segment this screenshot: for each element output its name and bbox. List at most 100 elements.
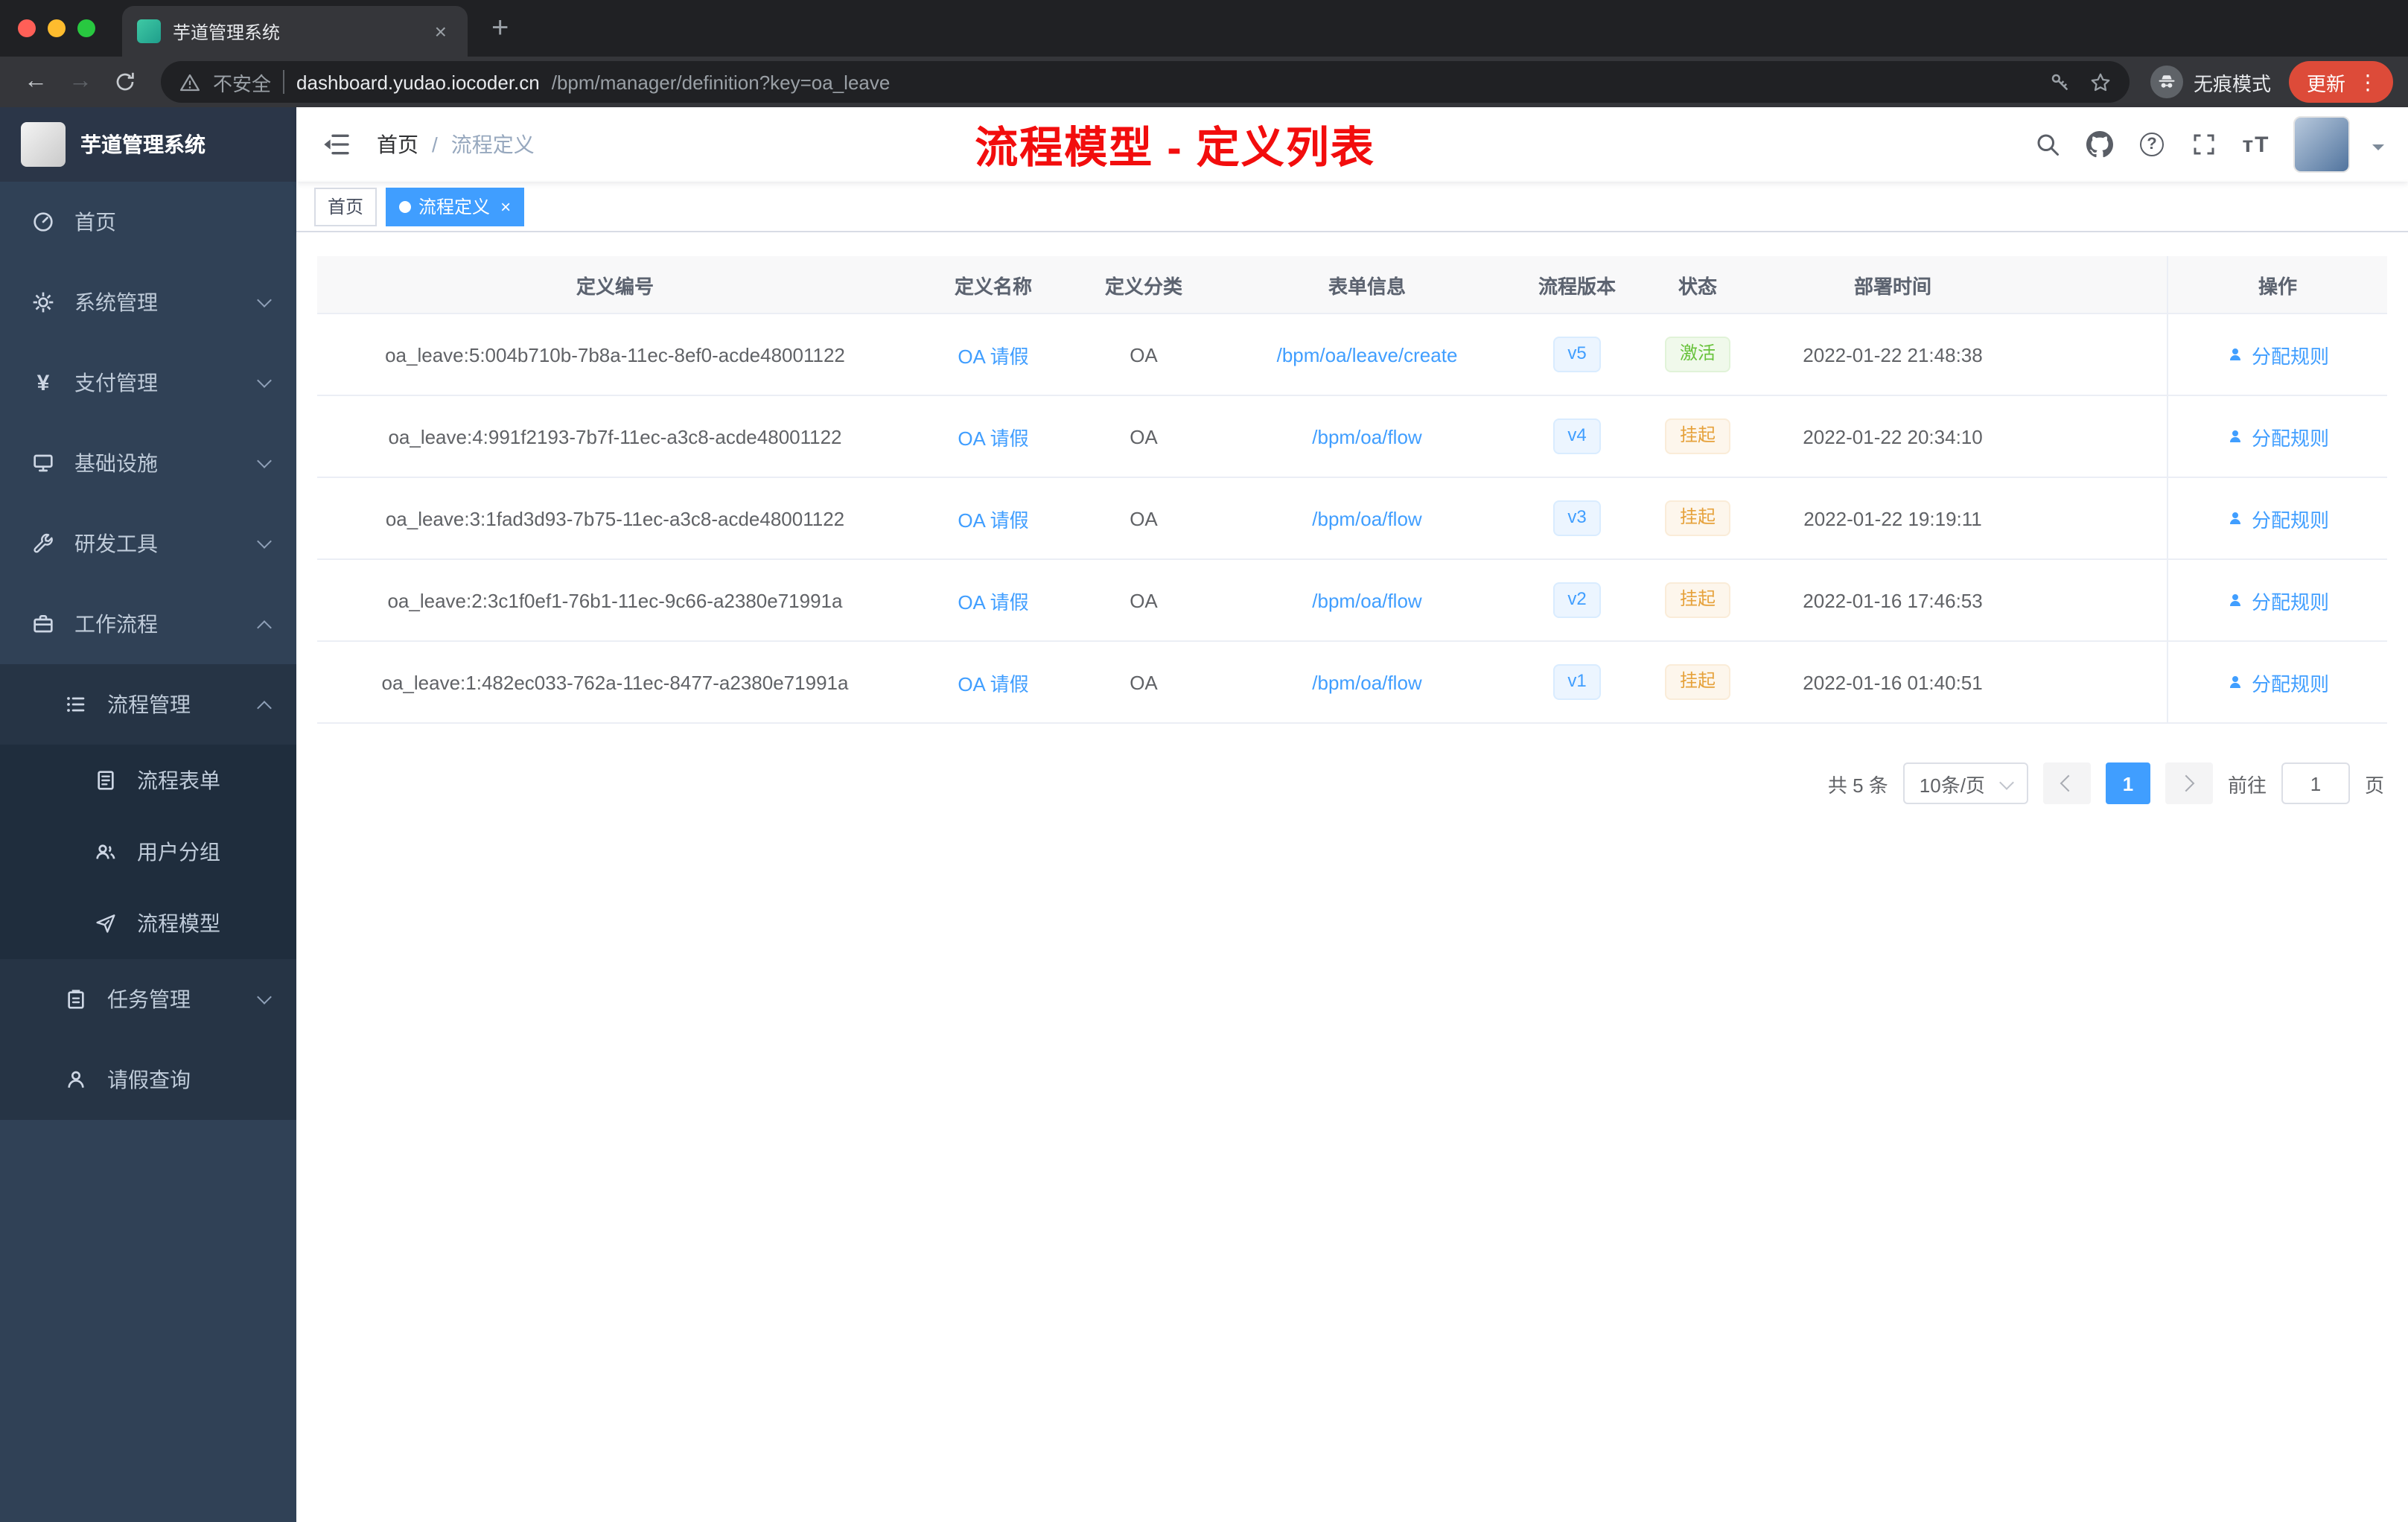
incognito-icon [2150,66,2183,98]
sidebar-item-infrastructure[interactable]: 基础设施 [0,423,296,503]
cell-category: OA [1130,343,1158,366]
cell-category: OA [1130,507,1158,529]
tab-close-icon[interactable]: × [429,18,453,45]
user-group-icon [92,838,119,865]
update-button[interactable]: 更新 ⋮ [2288,61,2393,103]
paper-plane-icon [92,910,119,937]
tag-process-definition[interactable]: 流程定义 × [386,187,525,226]
sidebar-item-task-management[interactable]: 任务管理 [0,959,296,1039]
forward-button[interactable]: → [60,61,101,103]
table-row: oa_leave:1:482ec033-762a-11ec-8477-a2380… [317,642,2387,724]
tag-home[interactable]: 首页 [314,187,378,226]
col-form-info: 表单信息 [1328,275,1406,297]
bookmark-star-icon[interactable] [2089,71,2112,93]
col-operations: 操作 [2167,256,2387,313]
person-icon [2229,512,2240,524]
definition-name-link[interactable]: OA 请假 [958,590,1028,613]
form-link[interactable]: /bpm/oa/flow [1312,507,1421,529]
address-bar[interactable]: 不安全 dashboard.yudao.iocoder.cn /bpm/mana… [161,61,2130,103]
page-annotation: 流程模型 - 定义列表 [975,125,1375,173]
goto-page-input[interactable] [2281,762,2350,804]
sidebar-menu: 首页 系统管理 ¥ 支付管理 基础设施 研发工具 工作流程 流程管理 流程表单 … [0,182,296,1120]
table-row: oa_leave:5:004b710b-7b8a-11ec-8ef0-acde4… [317,314,2387,396]
dashboard-icon [30,208,57,235]
form-link[interactable]: /bpm/oa/leave/create [1277,343,1458,366]
definition-name-link[interactable]: OA 请假 [958,345,1028,367]
briefcase-icon [30,611,57,637]
help-icon[interactable]: ? [2137,130,2167,159]
form-link[interactable]: /bpm/oa/flow [1312,589,1421,611]
tab-title: 芋道管理系统 [173,22,281,42]
assign-rule-link[interactable]: 分配规则 [2226,668,2329,696]
sidebar-item-process-management[interactable]: 流程管理 [0,664,296,745]
new-tab-button[interactable]: + [482,13,517,43]
version-badge: v3 [1552,500,1602,536]
tags-view: 首页 流程定义 × [296,182,2408,232]
back-button[interactable]: ← [15,61,57,103]
clipboard-icon [63,986,89,1013]
definition-name-link[interactable]: OA 请假 [958,509,1028,531]
page-size-select[interactable]: 10条/页 [1902,762,2028,804]
macos-close-button[interactable] [18,19,36,37]
person-icon [2229,594,2240,606]
person-icon [63,1066,89,1093]
password-key-icon[interactable] [2049,71,2071,93]
browser-tab[interactable]: 芋道管理系统 × [122,6,468,57]
page-unit-label: 页 [2364,774,2384,796]
chevron-down-icon [257,989,272,1004]
sidebar-item-workflow[interactable]: 工作流程 [0,584,296,664]
page-number-button[interactable]: 1 [2105,762,2150,804]
chevron-down-icon [257,533,272,548]
tab-favicon-icon [137,19,161,43]
sidebar-item-process-model[interactable]: 流程模型 [0,888,296,959]
sidebar-item-dev-tools[interactable]: 研发工具 [0,503,296,584]
fullscreen-icon[interactable] [2189,130,2219,159]
col-process-version: 流程版本 [1538,275,1616,297]
user-avatar[interactable] [2293,116,2350,173]
cell-definition-id: oa_leave:3:1fad3d93-7b75-11ec-a3c8-acde4… [385,507,845,529]
assign-rule-link[interactable]: 分配规则 [2226,340,2329,369]
macos-maximize-button[interactable] [77,19,95,37]
assign-rule-link[interactable]: 分配规则 [2226,586,2329,614]
version-badge: v2 [1552,582,1602,618]
definition-name-link[interactable]: OA 请假 [958,427,1028,449]
cell-category: OA [1130,589,1158,611]
table-row: oa_leave:3:1fad3d93-7b75-11ec-a3c8-acde4… [317,478,2387,560]
macos-minimize-button[interactable] [48,19,66,37]
browser-menu-icon[interactable]: ⋮ [2357,71,2378,92]
tag-close-icon[interactable]: × [500,197,511,215]
assign-rule-link[interactable]: 分配规则 [2226,422,2329,450]
form-link[interactable]: /bpm/oa/flow [1312,671,1421,693]
breadcrumb-home[interactable]: 首页 [377,130,418,159]
search-icon[interactable] [2033,130,2063,159]
reload-button[interactable] [104,61,146,103]
sidebar-item-payment-management[interactable]: ¥ 支付管理 [0,343,296,423]
logo-title: 芋道管理系统 [80,133,206,156]
col-definition-name: 定义名称 [954,275,1032,297]
sidebar-item-user-group[interactable]: 用户分组 [0,816,296,888]
font-size-icon[interactable]: тT [2241,130,2271,159]
breadcrumb-separator: / [432,133,438,156]
next-page-button[interactable] [2165,762,2213,804]
list-icon [63,691,89,718]
reload-icon [116,72,134,91]
sidebar-item-system-management[interactable]: 系统管理 [0,262,296,343]
hamburger-icon[interactable] [320,128,353,161]
form-link[interactable]: /bpm/oa/flow [1312,425,1421,448]
chevron-down-icon [257,372,272,387]
browser-tabstrip: 芋道管理系统 × + [0,0,2408,57]
prev-page-button[interactable] [2042,762,2091,804]
caret-down-icon[interactable] [2372,144,2384,156]
sidebar-logo[interactable]: 芋道管理系统 [0,107,296,182]
sidebar-item-home[interactable]: 首页 [0,182,296,262]
person-icon [2229,348,2240,360]
chevron-up-icon [257,700,272,715]
assign-rule-link[interactable]: 分配规则 [2226,504,2329,532]
col-status: 状态 [1678,275,1717,297]
definition-name-link[interactable]: OA 请假 [958,672,1028,695]
github-icon[interactable] [2085,130,2115,159]
sidebar-item-process-form[interactable]: 流程表单 [0,745,296,816]
monitor-icon [30,450,57,477]
screen: 芋道管理系统 × + ← → 不安全 dashboard.yudao.iocod… [0,0,2408,1522]
sidebar-item-leave-query[interactable]: 请假查询 [0,1039,296,1120]
